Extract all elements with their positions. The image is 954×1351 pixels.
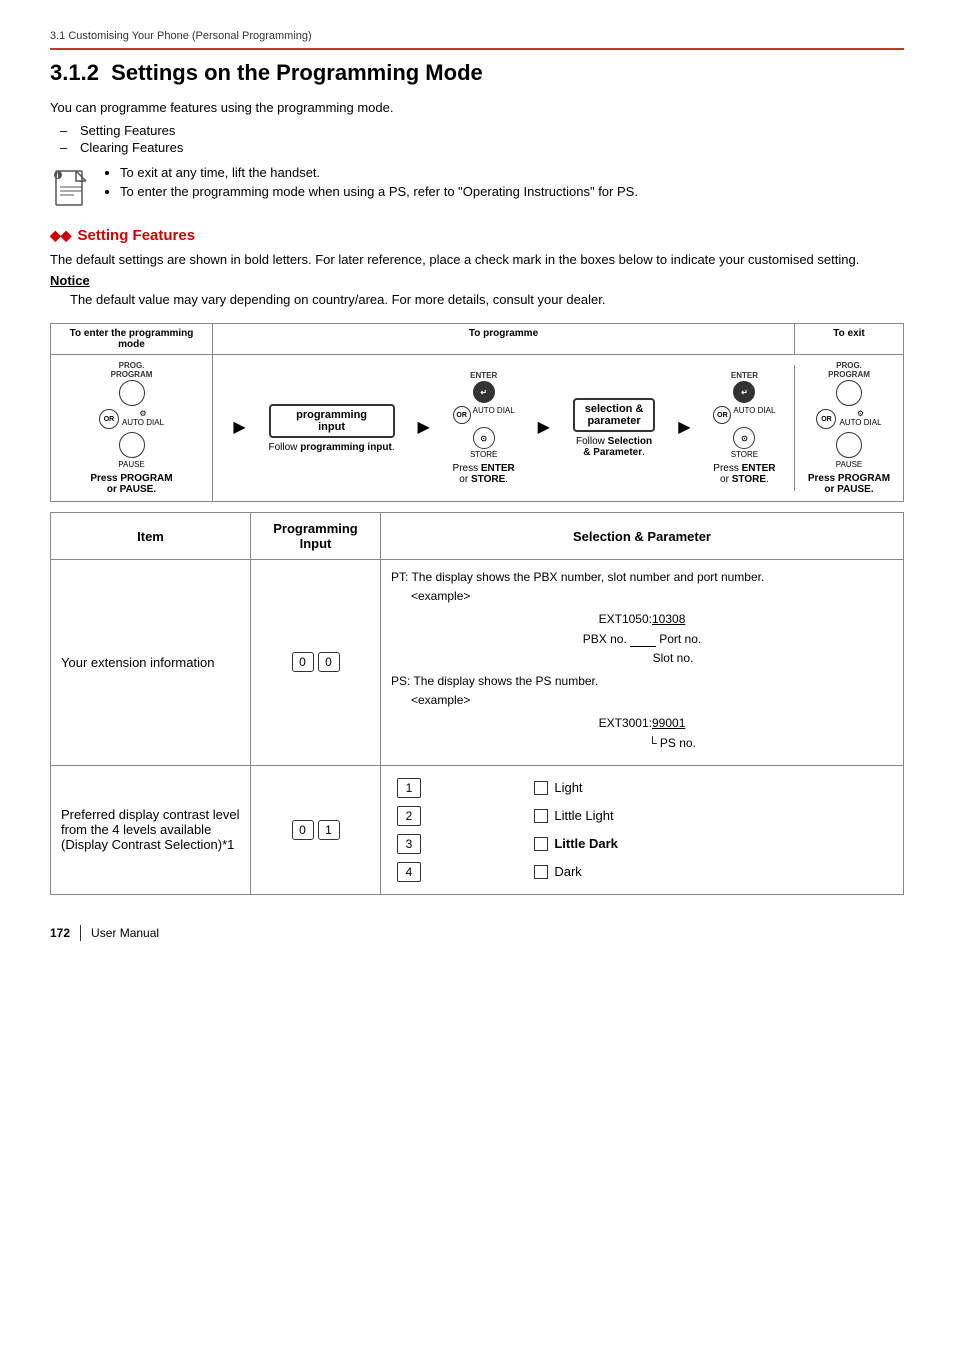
sel-option-row: 4 Dark (391, 858, 893, 886)
checkbox-2 (534, 809, 548, 823)
exit-header: To exit (795, 324, 903, 354)
prog-step4: ENTER ↵ OR AUTO DIAL ⊙ STORE Press ENTER… (713, 371, 775, 485)
prog-step1: programminginput Follow programming inpu… (269, 404, 395, 453)
item-cell: Your extension information (51, 560, 251, 766)
exit-caption: Press PROGRAMor PAUSE. (803, 473, 895, 495)
ext-info: PT: The display shows the PBX number, sl… (391, 568, 893, 753)
item-cell-contrast: Preferred display contrast level from th… (51, 765, 251, 894)
notice-label: Notice (50, 273, 904, 288)
option-label-4: Dark (554, 864, 581, 879)
enter-caption: Press PROGRAMor PAUSE. (59, 473, 204, 495)
sel-cell-contrast: 1 Light 2 Little Light 3 Little Dark 4 D… (381, 765, 904, 894)
option-num-4: 4 (397, 862, 421, 882)
feature-list: Setting Features Clearing Features (70, 123, 904, 155)
prog-diagram: To enter the programming mode To program… (50, 323, 904, 502)
prog-header-row: To enter the programming mode To program… (51, 324, 903, 355)
notice-bullet: To enter the programming mode when using… (120, 184, 638, 199)
enter-phone-group: PROG.PROGRAM OR ⚙AUTO DIAL PAUSE (59, 361, 204, 469)
sel-options-table: 1 Light 2 Little Light 3 Little Dark 4 D… (391, 774, 893, 886)
key-1a: 0 (292, 820, 314, 840)
svg-text:i: i (57, 173, 59, 180)
diamond-icon: ◆◆ (50, 227, 72, 244)
section-title: 3.1.2 Settings on the Programming Mode (50, 60, 904, 86)
setting-features-title: ◆◆ Setting Features (50, 227, 904, 244)
sel-option-row: 3 Little Dark (391, 830, 893, 858)
col-item: Item (51, 513, 251, 560)
key-pair: 0 0 (261, 652, 370, 672)
description-text: The default settings are shown in bold l… (50, 252, 904, 267)
checkbox-1 (534, 781, 548, 795)
exit-phone-group: PROG.PROGRAM OR ⚙AUTO DIAL PAUSE (803, 361, 895, 469)
prog-input-cell2: 0 1 (251, 765, 381, 894)
checkbox-4 (534, 865, 548, 879)
programme-header: To programme (213, 324, 795, 354)
option-label-1: Light (554, 780, 582, 795)
arrow2-icon: ▶ (417, 420, 429, 436)
key-0a: 0 (292, 652, 314, 672)
option-num-2: 2 (397, 806, 421, 826)
table-row: Your extension information 0 0 PT: The d… (51, 560, 904, 766)
key-1b: 1 (318, 820, 340, 840)
programme-body: ▶ programminginput Follow programming in… (213, 365, 795, 491)
enter-header: To enter the programming mode (51, 324, 213, 354)
sel-option-row: 2 Little Light (391, 802, 893, 830)
prog-step3: selection &parameter Follow Selection& P… (573, 398, 656, 458)
key-pair2: 0 1 (261, 820, 370, 840)
option-num-3: 3 (397, 834, 421, 854)
checkbox-3 (534, 837, 548, 851)
option-label-3: Little Dark (554, 836, 618, 851)
option-num-1: 1 (397, 778, 421, 798)
arrow3-icon: ▶ (538, 420, 550, 436)
sel-cell-ext: PT: The display shows the PBX number, sl… (381, 560, 904, 766)
notice-bullet: To exit at any time, lift the handset. (120, 165, 638, 180)
col-sel: Selection & Parameter (381, 513, 904, 560)
manual-label: User Manual (91, 926, 159, 940)
notice-bullets: To exit at any time, lift the handset. T… (104, 165, 638, 203)
ext-diagram1: EXT1050:10308 PBX no. Port no. Slot no. (391, 610, 893, 668)
key-0b: 0 (318, 652, 340, 672)
notice-content: The default value may vary depending on … (70, 292, 904, 307)
prog-input-cell: 0 0 (251, 560, 381, 766)
prog-body-row: PROG.PROGRAM OR ⚙AUTO DIAL PAUSE Press P… (51, 355, 903, 501)
table-row: Preferred display contrast level from th… (51, 765, 904, 894)
exit-body: PROG.PROGRAM OR ⚙AUTO DIAL PAUSE Press P… (795, 355, 903, 501)
option-label-2: Little Light (554, 808, 613, 823)
prog-step2: ENTER ↵ OR AUTO DIAL ⊙ STORE Press ENTER… (453, 371, 515, 485)
main-table: Item Programming Input Selection & Param… (50, 512, 904, 895)
footer: 172 User Manual (50, 925, 904, 941)
intro-text: You can programme features using the pro… (50, 100, 904, 115)
sel-option-row: 1 Light (391, 774, 893, 802)
list-item: Clearing Features (70, 140, 904, 155)
arrow1-icon: ▶ (233, 420, 245, 436)
page-number: 172 (50, 926, 70, 940)
notice-box: i To exit at any time, lift the handset.… (50, 165, 904, 211)
notice-icon: i (50, 167, 94, 211)
list-item: Setting Features (70, 123, 904, 138)
ext-diagram2: EXT3001:99001 └ PS no. (391, 714, 893, 752)
breadcrumb: 3.1 Customising Your Phone (Personal Pro… (50, 30, 904, 50)
col-prog: Programming Input (251, 513, 381, 560)
enter-body: PROG.PROGRAM OR ⚙AUTO DIAL PAUSE Press P… (51, 355, 213, 501)
footer-divider (80, 925, 81, 941)
arrow4-icon: ▶ (678, 420, 690, 436)
